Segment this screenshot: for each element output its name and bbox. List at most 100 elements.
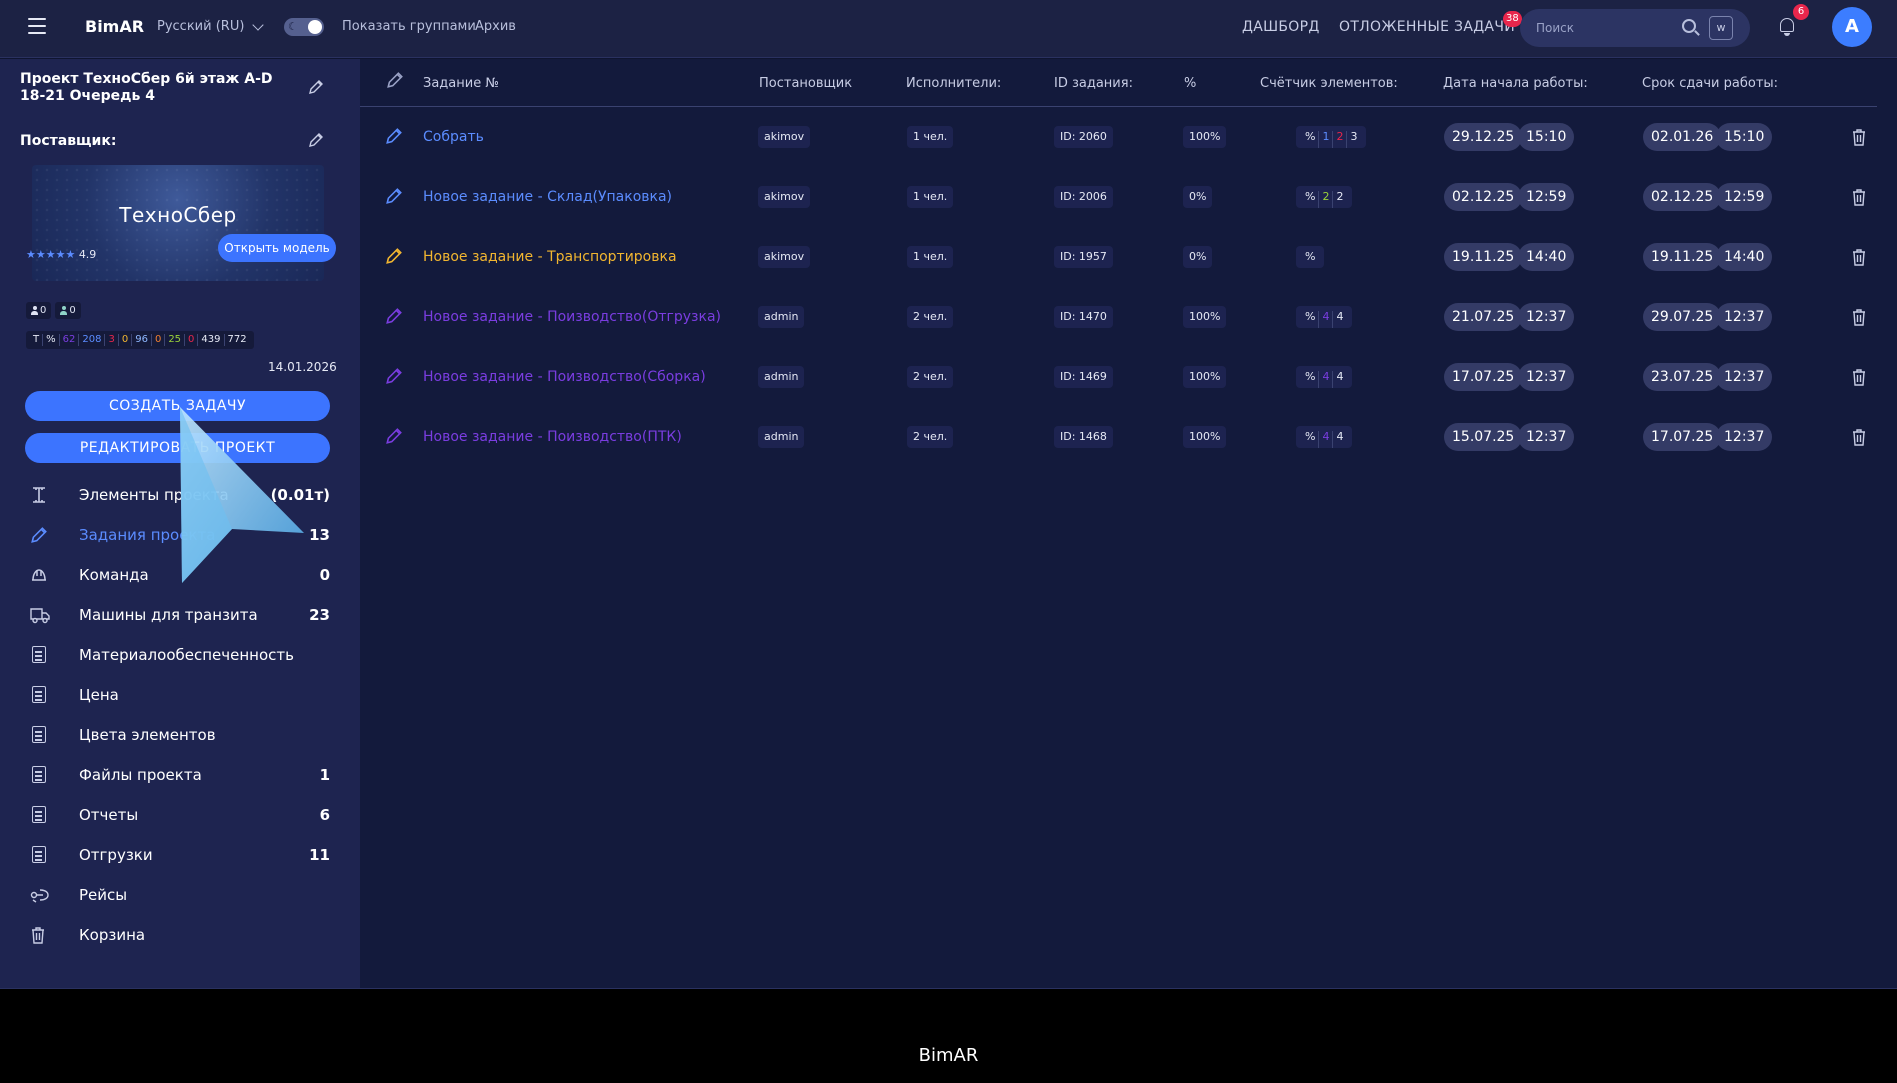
- sidebar-item-count: 1: [319, 766, 330, 784]
- task-id: ID: 1957: [1054, 246, 1113, 268]
- delete-task-trash-icon[interactable]: [1851, 427, 1867, 447]
- task-name-link[interactable]: Собрать: [423, 129, 484, 145]
- element-counter: % 2 2: [1296, 186, 1353, 208]
- counter-value: 4: [1319, 431, 1334, 448]
- sidebar-item[interactable]: Команда 0: [0, 555, 360, 595]
- pencil-icon: [30, 526, 48, 544]
- open-model-button[interactable]: Открыть модель: [218, 234, 336, 262]
- task-name-link[interactable]: Новое задание - Склад(Упаковка): [423, 189, 672, 205]
- sidebar-item[interactable]: Задания проекта 13: [0, 515, 360, 555]
- stat-value: 0: [152, 334, 166, 346]
- edit-task-pencil-icon[interactable]: [385, 127, 403, 145]
- table-row[interactable]: Новое задание - Склад(Упаковка) akimov 1 ч…: [360, 167, 1897, 227]
- moon-icon: ☾: [288, 20, 298, 33]
- delete-task-trash-icon[interactable]: [1851, 367, 1867, 387]
- delete-task-trash-icon[interactable]: [1851, 127, 1867, 147]
- trash-icon: [30, 926, 48, 944]
- table-header: Задание № Постановщик Исполнители: ID за…: [360, 59, 1877, 107]
- table-row[interactable]: Новое задание - Поизводство(ПТК) admin 2 ч…: [360, 407, 1897, 467]
- model-preview[interactable]: ТехноСбер: [32, 165, 324, 281]
- counter-value: 4: [1336, 310, 1344, 323]
- menu-icon[interactable]: [28, 18, 46, 34]
- show-groups-link[interactable]: Показать группами: [342, 19, 476, 34]
- table-row[interactable]: Собрать akimov 1 чел. ID: 2060 100%% 1 2 3 29.12…: [360, 107, 1897, 167]
- task-name-link[interactable]: Новое задание - Поизводство(ПТК): [423, 429, 682, 445]
- start-date: 19.11.25: [1444, 243, 1523, 271]
- table-row[interactable]: Новое задание - Транспортировка akimov 1 ч…: [360, 227, 1897, 287]
- archive-link[interactable]: Архив: [475, 19, 516, 34]
- rating-value: 4.9: [78, 248, 97, 261]
- sidebar-item-count: 13: [309, 526, 330, 544]
- task-percent: 100%: [1183, 126, 1227, 148]
- search-box: w: [1520, 9, 1750, 47]
- task-author: akimov: [758, 246, 811, 268]
- due-date: 29.07.25: [1643, 303, 1722, 331]
- person-count-chip: 0: [26, 302, 52, 319]
- delete-task-trash-icon[interactable]: [1851, 247, 1867, 267]
- worker-icon: [60, 306, 68, 315]
- create-task-button[interactable]: СОЗДАТЬ ЗАДАЧУ: [25, 391, 330, 421]
- table-row[interactable]: Новое задание - Поизводство(Сборка) admin…: [360, 347, 1897, 407]
- document-icon: [30, 686, 48, 704]
- column-header: Срок сдачи работы:: [1642, 76, 1779, 91]
- tasks-table: Задание № Постановщик Исполнители: ID за…: [360, 59, 1897, 988]
- brand-logo[interactable]: BimAR: [85, 17, 144, 36]
- edit-project-button[interactable]: РЕДАКТИРОВАТЬ ПРОЕКТ: [25, 433, 330, 463]
- edit-task-pencil-icon[interactable]: [385, 427, 403, 445]
- due-date: 02.12.25: [1643, 183, 1722, 211]
- document-icon: [30, 766, 48, 784]
- edit-supplier-pencil-icon[interactable]: [308, 132, 324, 148]
- sidebar-item[interactable]: Отгрузки 11: [0, 835, 360, 875]
- sidebar-item[interactable]: Отчеты 6: [0, 795, 360, 835]
- search-icon[interactable]: [1682, 19, 1696, 33]
- due-time: 12:59: [1716, 183, 1773, 211]
- user-avatar[interactable]: A: [1832, 7, 1872, 47]
- sidebar-item[interactable]: Рейсы: [0, 875, 360, 915]
- sidebar-item[interactable]: Файлы проекта 1: [0, 755, 360, 795]
- bell-icon[interactable]: [1778, 16, 1796, 36]
- language-select[interactable]: Русский (RU): [157, 18, 265, 34]
- task-name-link[interactable]: Новое задание - Поизводство(Отгрузка): [423, 309, 721, 325]
- element-counter: % 4 4: [1296, 366, 1353, 388]
- sidebar-item[interactable]: Машины для транзита 23: [0, 595, 360, 635]
- sidebar-item-label: Цвета элементов: [79, 726, 216, 744]
- task-author: admin: [758, 366, 805, 388]
- language-label: Русский (RU): [157, 19, 245, 34]
- star-icon: ★★★★★: [26, 248, 76, 261]
- task-name-link[interactable]: Новое задание - Транспортировка: [423, 249, 677, 265]
- stat-value: 96: [132, 334, 152, 346]
- sidebar-item[interactable]: Корзина: [0, 915, 360, 955]
- sidebar-item-label: Рейсы: [79, 886, 128, 904]
- toggle-knob: [308, 20, 322, 34]
- task-name-link[interactable]: Новое задание - Поизводство(Сборка): [423, 369, 706, 385]
- sidebar-item[interactable]: Цена: [0, 675, 360, 715]
- delete-task-trash-icon[interactable]: [1851, 187, 1867, 207]
- edit-project-pencil-icon[interactable]: [308, 79, 324, 95]
- counter-value: %: [1305, 250, 1316, 263]
- edit-task-pencil-icon[interactable]: [385, 187, 403, 205]
- w-shortcut-button[interactable]: w: [1709, 16, 1733, 40]
- sidebar-item[interactable]: Элементы проекта (0.01т): [0, 475, 360, 515]
- task-author: admin: [758, 426, 805, 448]
- top-header: BimAR Русский (RU) ☾ Показать группами А…: [0, 0, 1897, 58]
- edit-task-pencil-icon[interactable]: [385, 307, 403, 325]
- sidebar-item[interactable]: Материалообеспеченность: [0, 635, 360, 675]
- edit-task-pencil-icon[interactable]: [385, 247, 403, 265]
- task-id: ID: 2006: [1054, 186, 1113, 208]
- delete-task-trash-icon[interactable]: [1851, 307, 1867, 327]
- counter-value: %: [1302, 311, 1320, 328]
- edit-task-pencil-icon[interactable]: [385, 367, 403, 385]
- theme-toggle[interactable]: ☾: [284, 18, 324, 36]
- people-counters: 0 0: [26, 302, 81, 319]
- table-row[interactable]: Новое задание - Поизводство(Отгрузка) adm…: [360, 287, 1897, 347]
- sidebar-item-label: Цена: [79, 686, 119, 704]
- sidebar-item[interactable]: Цвета элементов: [0, 715, 360, 755]
- start-date: 29.12.25: [1444, 123, 1523, 151]
- dashboard-link[interactable]: ДАШБОРД: [1242, 19, 1320, 35]
- search-input[interactable]: [1536, 21, 1686, 35]
- due-time: 15:10: [1716, 123, 1773, 151]
- deferred-tasks-link[interactable]: ОТЛОЖЕННЫЕ ЗАДАЧИ: [1339, 19, 1515, 35]
- project-stats-bar: T% 62 208 3 0 96 0 25 0 439 772: [26, 331, 254, 349]
- sidebar-item-label: Команда: [79, 566, 149, 584]
- sidebar-item-label: Машины для транзита: [79, 606, 258, 624]
